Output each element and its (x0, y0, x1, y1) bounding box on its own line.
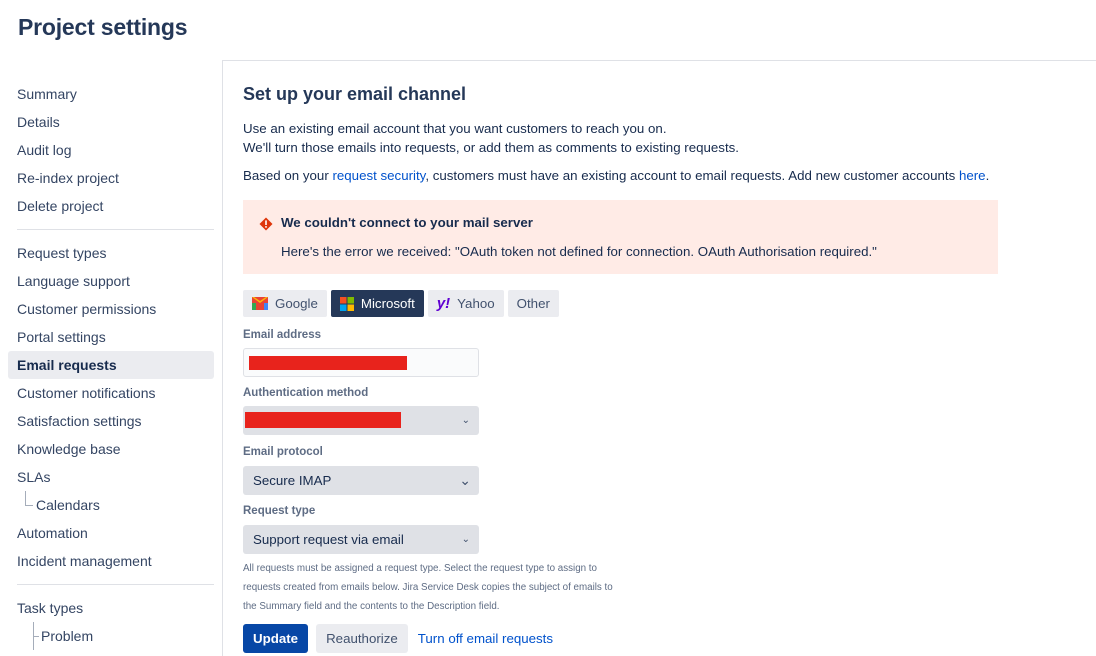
tab-label: Google (275, 296, 318, 311)
security-prefix: Based on your (243, 168, 333, 183)
sidebar-separator (17, 584, 214, 585)
email-address-label: Email address (243, 329, 321, 341)
sidebar-item-task-types[interactable]: Task types (8, 594, 214, 622)
email-address-field[interactable] (243, 348, 479, 377)
auth-method-select[interactable]: ⌄ (243, 406, 479, 435)
sidebar-item-audit-log[interactable]: Audit log (8, 136, 214, 164)
request-type-select[interactable]: Support request via email ⌄ (243, 525, 479, 554)
sidebar-item-portal-settings[interactable]: Portal settings (8, 323, 214, 351)
tab-yahoo[interactable]: y! Yahoo (427, 290, 504, 317)
sidebar-item-reindex-project[interactable]: Re-index project (8, 164, 214, 192)
sidebar-item-customer-notifications[interactable]: Customer notifications (8, 379, 214, 407)
error-alert: We couldn't connect to your mail server … (243, 200, 998, 274)
tab-label: Yahoo (457, 296, 495, 311)
header-divider (222, 60, 1096, 61)
sidebar-item-calendars[interactable]: Calendars (8, 491, 214, 519)
tab-label: Microsoft (360, 296, 415, 311)
sidebar-item-label: Calendars (36, 497, 100, 513)
security-note: Based on your request security, customer… (243, 166, 1083, 185)
microsoft-icon (339, 296, 354, 311)
page-title: Project settings (18, 14, 188, 40)
chevron-down-icon: ⌄ (459, 472, 471, 488)
help-line: requests created from emails below. Jira… (243, 582, 613, 593)
section-heading: Set up your email channel (243, 84, 467, 104)
sidebar-divider (222, 60, 223, 656)
sidebar-item-delete-project[interactable]: Delete project (8, 192, 214, 220)
help-line: All requests must be assigned a request … (243, 563, 597, 574)
sidebar-item-incident-management[interactable]: Incident management (8, 547, 214, 575)
sidebar: Summary Details Audit log Re-index proje… (8, 80, 214, 650)
tree-connector (25, 491, 33, 506)
gmail-icon (252, 297, 268, 310)
security-suffix: . (985, 168, 990, 183)
sidebar-item-language-support[interactable]: Language support (8, 267, 214, 295)
request-security-link[interactable]: request security (332, 168, 425, 183)
reauthorize-button[interactable]: Reauthorize (316, 624, 408, 653)
turn-off-email-requests-link[interactable]: Turn off email requests (416, 624, 555, 653)
sidebar-item-details[interactable]: Details (8, 108, 214, 136)
sidebar-item-label: Problem (41, 628, 94, 644)
intro-line-1: Use an existing email account that you w… (243, 121, 667, 136)
request-type-help: All requests must be assigned a request … (243, 559, 683, 616)
alert-title: We couldn't connect to your mail server (281, 215, 533, 230)
sidebar-item-slas[interactable]: SLAs (8, 463, 214, 491)
sidebar-item-knowledge-base[interactable]: Knowledge base (8, 435, 214, 463)
here-link[interactable]: here (959, 168, 986, 183)
request-type-label: Request type (243, 505, 316, 517)
chevron-down-icon: ⌄ (461, 534, 470, 545)
sidebar-item-email-requests[interactable]: Email requests (8, 351, 214, 379)
sidebar-item-request-types[interactable]: Request types (8, 239, 214, 267)
request-type-value: Support request via email (253, 532, 404, 547)
email-protocol-select[interactable]: Secure IMAP ⌄ (243, 466, 479, 495)
tree-connector (33, 622, 39, 650)
email-channel-form: Set up your email channel Use an existin… (243, 84, 1083, 653)
tab-google[interactable]: Google (243, 290, 327, 317)
chevron-down-icon: ⌄ (461, 415, 470, 426)
email-protocol-label: Email protocol (243, 446, 323, 458)
auth-method-label: Authentication method (243, 387, 369, 399)
intro-line-2: We'll turn those emails into requests, o… (243, 140, 739, 155)
sidebar-item-satisfaction-settings[interactable]: Satisfaction settings (8, 407, 214, 435)
tab-other[interactable]: Other (507, 290, 559, 317)
tab-label: Other (516, 296, 550, 311)
sidebar-item-automation[interactable]: Automation (8, 519, 214, 547)
redaction-mark (245, 412, 401, 428)
sidebar-separator (17, 229, 214, 230)
redaction-mark (249, 356, 407, 370)
provider-tabs: Google Microsoft y! Yahoo Other (243, 290, 559, 317)
alert-message: Here's the error we received: "OAuth tok… (281, 244, 877, 259)
sidebar-item-summary[interactable]: Summary (8, 80, 214, 108)
update-button[interactable]: Update (243, 624, 309, 653)
yahoo-icon: y! (436, 295, 451, 312)
email-protocol-value: Secure IMAP (253, 473, 332, 488)
tab-microsoft[interactable]: Microsoft (330, 290, 424, 317)
sidebar-item-problem[interactable]: Problem (8, 622, 214, 650)
security-mid: , customers must have an existing accoun… (425, 168, 959, 183)
help-line: the Summary field and the contents to th… (243, 601, 500, 612)
sidebar-item-customer-permissions[interactable]: Customer permissions (8, 295, 214, 323)
form-actions: Update Reauthorize Turn off email reques… (243, 624, 555, 653)
error-icon (259, 217, 273, 231)
